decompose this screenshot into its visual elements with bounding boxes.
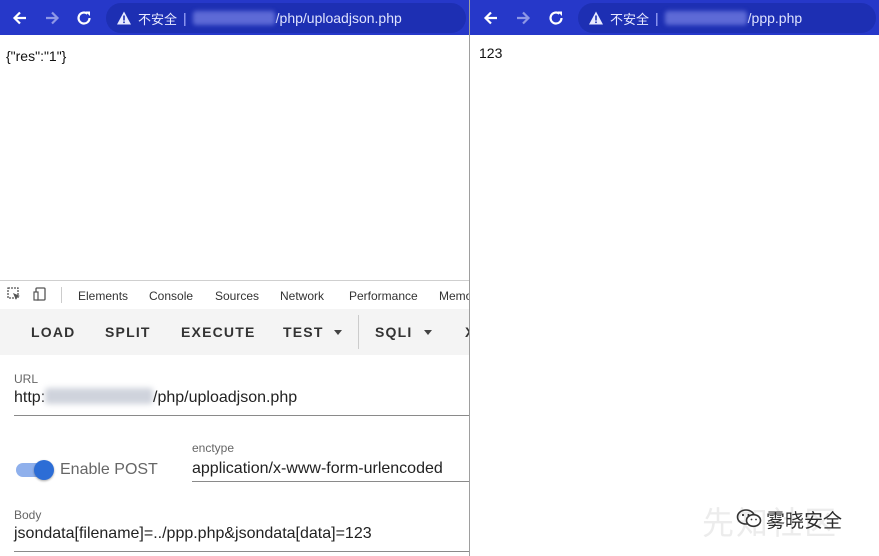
tab-network[interactable]: Network (280, 289, 324, 303)
security-label: 不安全 (138, 11, 178, 27)
left-browser-window: 不安全 | /php/uploadjson.php {"res":"1"} El… (0, 0, 469, 556)
watermark-text: 雾晓安全 (766, 511, 843, 532)
devtools-tab-bar: Elements Console Sources Network Perform… (0, 280, 469, 310)
enctype-label: enctype (192, 441, 235, 455)
address-url: /ppp.php (747, 10, 803, 26)
security-label: 不安全 (610, 11, 650, 27)
tab-memory[interactable]: Memo (439, 289, 469, 303)
hackbar-separator (358, 315, 359, 349)
test-chevron-down-icon (334, 330, 342, 335)
url-field-label: URL (14, 372, 39, 386)
reload-icon[interactable] (541, 0, 571, 35)
execute-button[interactable]: EXECUTE (181, 324, 256, 340)
address-separator: | (183, 10, 187, 26)
right-browser-window: 不安全 | /ppp.php 123 (470, 0, 879, 556)
sqli-chevron-down-icon (424, 330, 432, 335)
enctype-underline (192, 481, 469, 482)
test-dropdown-button[interactable]: TEST (283, 324, 324, 340)
warning-icon (589, 11, 603, 25)
device-toolbar-icon[interactable] (33, 287, 47, 301)
left-browser-toolbar: 不安全 | /php/uploadjson.php (0, 0, 469, 35)
enable-post-label: Enable POST (60, 461, 158, 478)
body-field-underline (14, 551, 469, 552)
redacted-host (192, 11, 275, 25)
wechat-logo-icon (736, 509, 762, 528)
tab-console[interactable]: Console (149, 289, 193, 303)
body-field-value[interactable]: jsondata[filename]=../ppp.php&jsondata[d… (14, 525, 372, 543)
devtools-separator (61, 287, 62, 303)
forward-icon[interactable] (37, 0, 67, 35)
tab-sources[interactable]: Sources (215, 289, 259, 303)
forward-icon[interactable] (508, 0, 538, 35)
back-icon[interactable] (476, 0, 506, 35)
body-field-label: Body (14, 508, 42, 522)
tab-performance[interactable]: Performance (349, 289, 418, 303)
split-button[interactable]: SPLIT (105, 324, 151, 340)
reload-icon[interactable] (69, 0, 99, 35)
enable-post-toggle-knob[interactable] (34, 460, 54, 480)
redacted-url-host (45, 388, 153, 404)
address-bar[interactable]: 不安全 | /php/uploadjson.php (106, 3, 466, 33)
tab-elements[interactable]: Elements (78, 289, 128, 303)
address-bar[interactable]: 不安全 | /ppp.php (578, 3, 876, 33)
url-field-underline (14, 415, 469, 416)
url-field-prefix[interactable]: http: (14, 389, 45, 407)
sqli-dropdown-button[interactable]: SQLI (375, 324, 412, 340)
json-response-text: {"res":"1"} (6, 48, 67, 64)
url-field-value[interactable]: /php/uploadjson.php (153, 389, 297, 407)
hackbar-toolbar: LOAD SPLIT EXECUTE TEST SQLI X (0, 309, 469, 355)
inspect-element-icon[interactable] (7, 287, 21, 301)
address-separator: | (655, 10, 659, 26)
page-content-text: 123 (479, 45, 503, 61)
load-button[interactable]: LOAD (31, 324, 75, 340)
warning-icon (117, 11, 131, 25)
right-browser-toolbar: 不安全 | /ppp.php (470, 0, 879, 35)
address-url: /php/uploadjson.php (275, 10, 402, 26)
back-icon[interactable] (5, 0, 35, 35)
redacted-host (664, 11, 747, 25)
enctype-select[interactable]: application/x-www-form-urlencoded (192, 460, 443, 478)
